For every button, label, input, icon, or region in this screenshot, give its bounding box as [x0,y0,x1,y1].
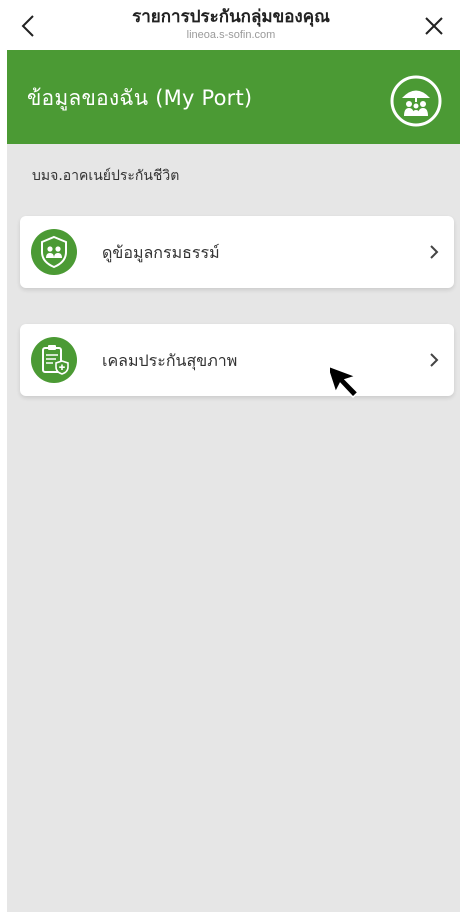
chevron-right-icon [430,353,439,367]
company-name: บมจ.อาคเนย์ประกันชีวิต [32,168,180,184]
browser-title: รายการประกันกลุ่มของคุณ [132,7,330,27]
family-umbrella-icon [390,75,442,127]
browser-topbar: รายการประกันกลุ่มของคุณ lineoa.s-sofin.c… [0,0,462,50]
mouse-cursor-icon [330,364,359,399]
health-claim-icon [31,337,77,383]
view-policy-card[interactable]: ดูข้อมูลกรมธรรม์ [20,216,454,288]
back-button[interactable] [14,12,42,40]
chevron-left-icon [21,15,34,37]
policy-shield-icon [31,229,77,275]
view-policy-label: ดูข้อมูลกรมธรรม์ [102,243,220,262]
close-button[interactable] [420,12,448,40]
close-icon [425,17,443,35]
page-title: ข้อมูลของฉัน (My Port) [27,86,253,110]
page-content: ข้อมูลของฉัน (My Port) บมจ.อาคเนย์ประกัน… [7,50,460,912]
browser-title-block: รายการประกันกลุ่มของคุณ lineoa.s-sofin.c… [60,6,402,42]
health-claim-card[interactable]: เคลมประกันสุขภาพ [20,324,454,396]
chevron-right-icon [430,245,439,259]
health-claim-label: เคลมประกันสุขภาพ [102,351,238,370]
browser-url: lineoa.s-sofin.com [186,29,276,41]
page-header: ข้อมูลของฉัน (My Port) [7,50,460,144]
